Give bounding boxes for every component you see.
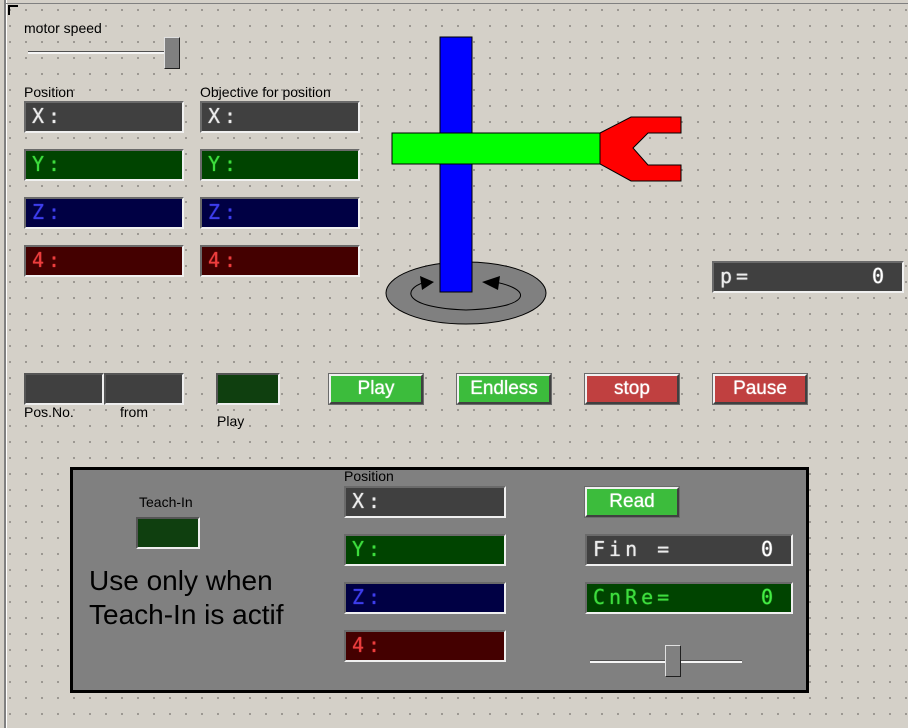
p-prefix: p= [720,264,753,288]
cnre-value: 0 [760,585,777,609]
window-frame-left [4,0,7,728]
objective-y-prefix: Y: [208,152,241,176]
objective-4-prefix: 4: [208,248,241,272]
fin-value: 0 [760,537,777,561]
position-4-prefix: 4: [32,248,65,272]
teach-y-prefix: Y: [352,537,385,561]
objective-z-display: Z: [200,197,360,229]
robot-arm-graphic [385,36,682,325]
from-label: from [120,404,148,420]
teach-y-display: Y: [344,534,506,566]
stop-button[interactable]: stop [584,373,680,405]
position-y-display: Y: [24,149,184,181]
play-button[interactable]: Play [328,373,424,405]
fin-display: Fin = 0 [585,534,793,566]
position-4-display: 4: [24,245,184,277]
position-x-display: X: [24,101,184,133]
window-frame-top [6,3,908,4]
cnre-display: CnRe= 0 [585,582,793,614]
teach-position-label: Position [344,468,394,484]
from-display [104,373,184,405]
teach-z-display: Z: [344,582,506,614]
objective-x-prefix: X: [208,104,241,128]
play-indicator-label: Play [217,413,245,429]
teach-in-label: Teach-In [139,494,193,510]
position-x-prefix: X: [32,104,65,128]
teach-in-note-line2: Teach-In is actif [89,599,284,630]
teach-in-slider-thumb[interactable] [664,645,681,677]
play-indicator-led [216,373,280,405]
objective-x-display: X: [200,101,360,133]
p-display: p= 0 [712,261,904,293]
motor-speed-label: motor speed [24,20,102,36]
teach-in-note-line1: Use only when [89,565,273,596]
position-y-prefix: Y: [32,152,65,176]
fin-prefix: Fin = [593,537,674,561]
teach-x-prefix: X: [352,489,385,513]
objective-y-display: Y: [200,149,360,181]
p-value: 0 [871,264,888,288]
pause-button[interactable]: Pause [712,373,808,405]
panel-corner-marker [8,5,18,15]
objective-4-display: 4: [200,245,360,277]
teach-x-display: X: [344,486,506,518]
pos-no-display [24,373,104,405]
teach-in-panel: Teach-In Use only when Teach-In is actif… [70,467,809,693]
endless-button[interactable]: Endless [456,373,552,405]
position-label: Position [24,84,74,100]
teach-4-prefix: 4: [352,633,385,657]
position-z-prefix: Z: [32,200,65,224]
motor-speed-slider-track[interactable] [28,51,180,54]
teach-z-prefix: Z: [352,585,385,609]
objective-z-prefix: Z: [208,200,241,224]
robot-arm [391,132,601,165]
read-button[interactable]: Read [584,486,680,518]
teach-in-led [136,517,200,549]
cnre-prefix: CnRe= [593,585,674,609]
pos-no-label: Pos.No. [24,404,74,420]
objective-label: Objective for position [200,84,331,100]
position-z-display: Z: [24,197,184,229]
motor-speed-slider-thumb[interactable] [164,37,180,69]
robot-gripper [599,116,682,182]
teach-4-display: 4: [344,630,506,662]
